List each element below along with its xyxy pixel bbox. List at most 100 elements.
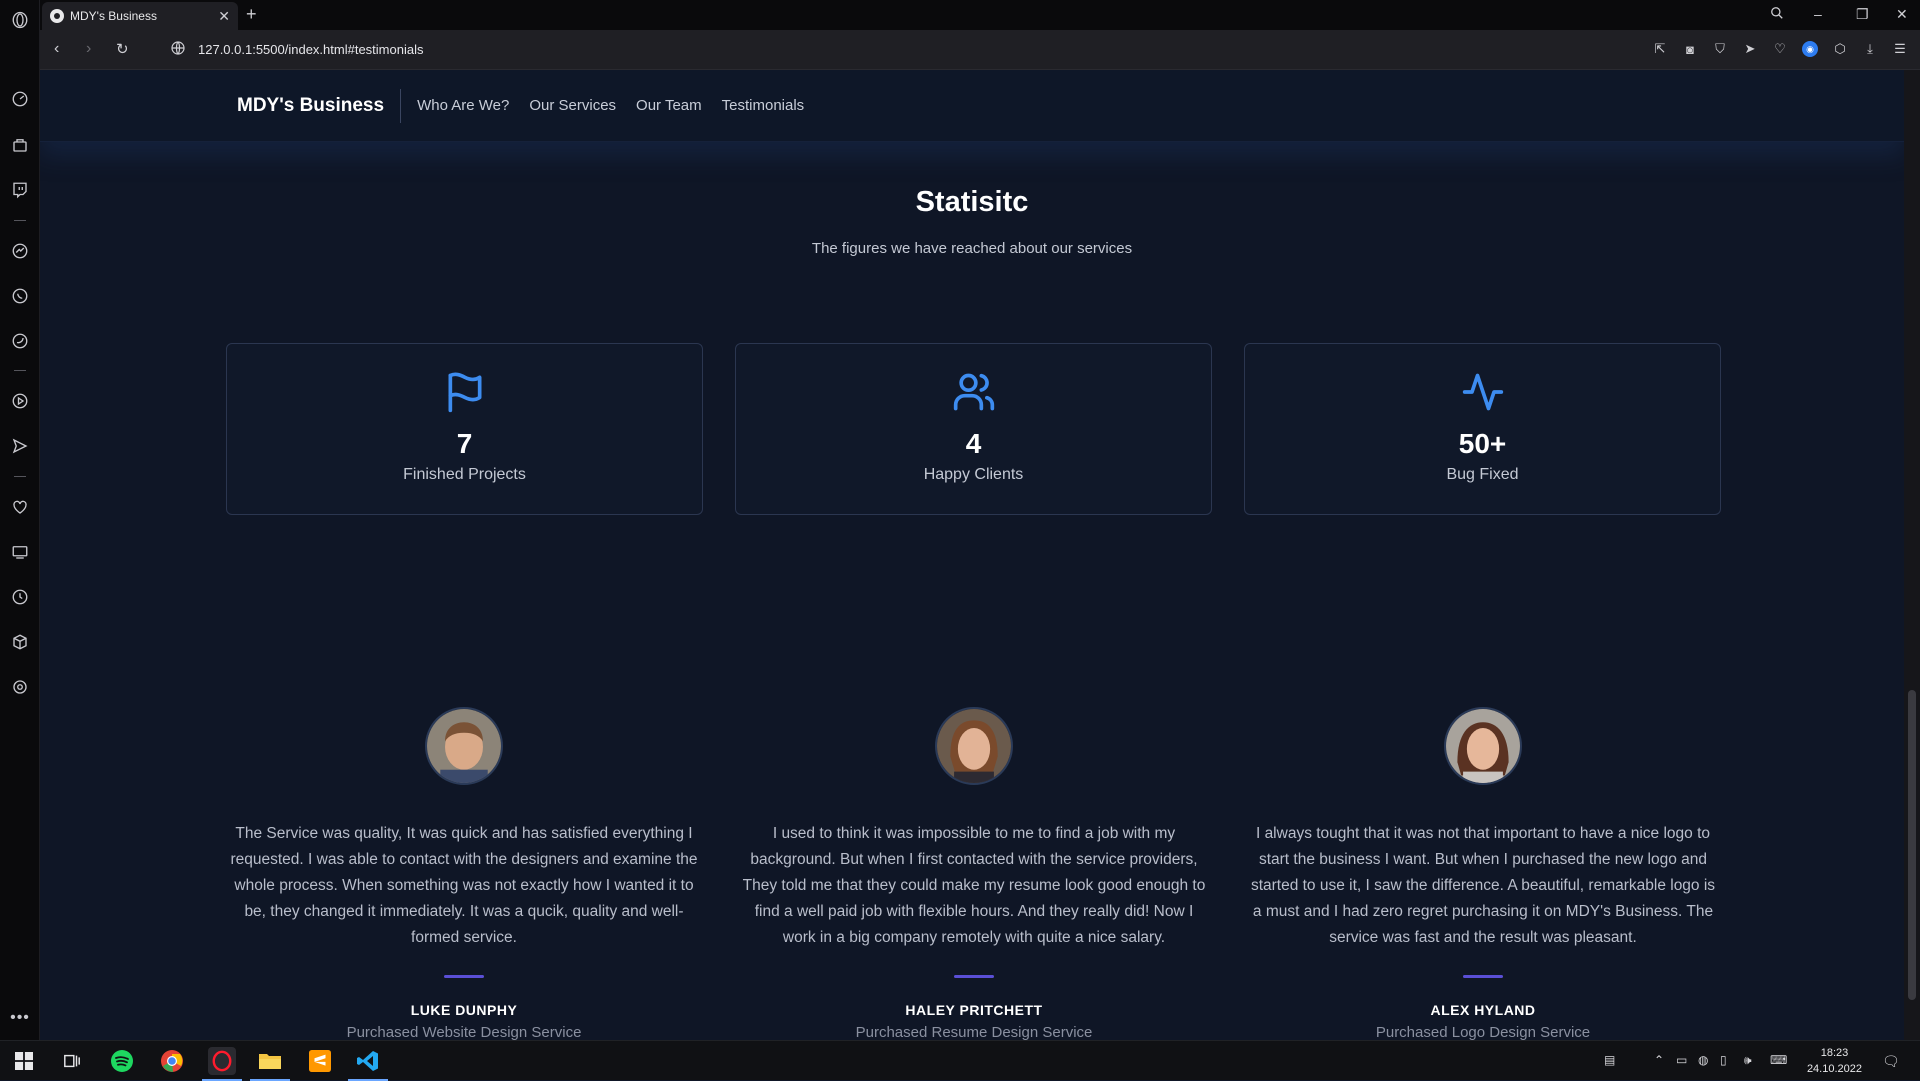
vpn-badge-icon[interactable]: ◉ [1802,41,1818,57]
more-dots-icon[interactable]: ••• [9,1007,31,1029]
download-icon[interactable]: ⤓ [1862,41,1878,57]
stats-title: Statisitc [915,186,1029,218]
stat-value: 4 [965,428,982,459]
testimonial-card: I used to think it was impossible to me … [734,707,1214,1040]
heart-icon[interactable] [9,496,31,518]
new-tab-button[interactable]: + [246,5,257,23]
testimonial-card: The Service was quality, It was quick an… [224,707,704,1040]
easy-setup-menu-icon[interactable]: ☰ [1892,41,1908,57]
stats-subtitle: The figures we have reached about our se… [811,240,1133,257]
search-tabs-icon[interactable] [1770,6,1784,23]
testimonial-name: HALEY PRITCHETT [905,1002,1043,1018]
tab-title: MDY's Business [70,9,157,23]
messenger-icon[interactable] [9,240,31,262]
bookmark-heart-icon[interactable]: ♡ [1772,41,1788,57]
nav-link-who-are-we[interactable]: Who Are We? [417,97,509,114]
speed-dial-icon[interactable] [9,88,31,110]
nav-link-our-team[interactable]: Our Team [636,97,702,114]
opera-logo-icon[interactable] [9,9,31,31]
shopping-icon[interactable] [9,134,31,156]
nav-link-testimonials[interactable]: Testimonials [722,97,805,114]
site-brand[interactable]: MDY's Business [237,88,402,123]
stat-label: Bug Fixed [1446,466,1519,483]
users-icon [952,370,996,414]
extensions-cube-icon[interactable] [9,631,31,653]
whatsapp-icon[interactable] [9,285,31,307]
clock-date: 24.10.2022 [1806,1063,1862,1075]
testimonial-quote: The Service was quality, It was quick an… [230,825,698,946]
testimonial-quote: I used to think it was impossible to me … [742,825,1206,946]
scrollbar-thumb[interactable] [1908,690,1916,1000]
forward-icon[interactable]: › [86,40,91,58]
battery-icon[interactable]: ▭ [1676,1053,1687,1067]
windows-taskbar: ▤ ⌃ ▭ ◍ ▯ 🕪 ⌨ 18:23 24.10.2022 🗨 [0,1040,1920,1081]
tab-bar: MDY's Business ✕ + – ❐ ✕ [40,0,1920,30]
testimonial-name: ALEX HYLAND [1430,1002,1536,1018]
twitch-icon[interactable] [9,179,31,201]
stat-label: Happy Clients [923,466,1024,483]
flag-icon [443,370,487,414]
toolbar-extensions: ⇱ ◙ ⛉ ➤ ♡ ◉ ⬡ ⤓ ☰ [1652,41,1908,57]
keyboard-icon[interactable]: ⌨ [1770,1053,1787,1067]
url-input[interactable]: 127.0.0.1:5500/index.html#testimonials [198,42,423,57]
opera-taskbar-icon[interactable] [202,1047,242,1081]
notifications-icon[interactable]: 🗨 [1882,1053,1900,1070]
stat-value: 7 [456,428,473,459]
site-navbar: MDY's Business Who Are We? Our Services … [40,70,1904,142]
tab-close-icon[interactable]: ✕ [218,8,230,25]
restore-icon[interactable]: ❐ [1856,6,1869,23]
testimonial-role: Purchased Website Design Service [346,1024,582,1040]
sublime-text-icon[interactable] [306,1047,334,1075]
web-page: MDY's Business Who Are We? Our Services … [40,70,1904,1040]
adblock-shield-icon[interactable]: ⛉ [1712,41,1728,57]
volume-icon[interactable]: 🕪 [1744,1053,1752,1068]
testimonial-role: Purchased Resume Design Service [855,1024,1093,1040]
chrome-icon[interactable] [158,1047,186,1075]
stat-card-clients: 4 Happy Clients [735,343,1212,515]
snapshot-camera-icon[interactable]: ◙ [1682,41,1698,57]
address-bar: ‹ › ↻ 127.0.0.1:5500/index.html#testimon… [40,30,1920,70]
testimonial-role: Purchased Logo Design Service [1375,1024,1591,1040]
testimonial-card: I always tought that it was not that imp… [1243,707,1723,1040]
share-icon[interactable]: ⇱ [1652,41,1668,57]
stat-card-bugs: 50+ Bug Fixed [1244,343,1721,515]
avatar [935,707,1013,785]
tab-favicon-icon [50,9,64,23]
minimize-icon[interactable]: – [1814,6,1822,22]
vscode-icon[interactable] [348,1047,388,1081]
testimonial-name: LUKE DUNPHY [410,1002,518,1018]
send-icon[interactable]: ➤ [1742,41,1758,57]
close-window-icon[interactable]: ✕ [1896,6,1908,23]
testimonial-quote: I always tought that it was not that imp… [1250,825,1716,946]
back-icon[interactable]: ‹ [54,40,59,58]
device-icon[interactable]: ▯ [1720,1053,1727,1067]
news-widget-icon[interactable]: ▤ [1604,1053,1615,1067]
browser-sidebar: ••• [0,0,40,1040]
divider [444,975,484,978]
tray-overflow-chevron-icon[interactable]: ⌃ [1654,1053,1664,1067]
browser-tab[interactable]: MDY's Business ✕ [42,2,238,30]
file-explorer-icon[interactable] [250,1047,290,1081]
nav-link-our-services[interactable]: Our Services [529,97,616,114]
network-globe-icon[interactable]: ◍ [1698,1053,1708,1067]
site-info-globe-icon[interactable] [170,40,186,56]
stat-value: 50+ [1458,428,1507,459]
system-clock[interactable]: 18:23 24.10.2022 [1807,1045,1862,1077]
twitter-icon[interactable] [9,330,31,352]
windows-start-icon[interactable] [10,1047,38,1075]
page-scrollbar[interactable] [1904,70,1920,1040]
flow-send-icon[interactable] [9,435,31,457]
extensions-cube-icon[interactable]: ⬡ [1832,41,1848,57]
divider [954,975,994,978]
history-icon[interactable] [9,586,31,608]
tabs-icon[interactable] [9,541,31,563]
reload-icon[interactable]: ↻ [116,40,129,58]
task-view-icon[interactable] [58,1047,86,1075]
player-icon[interactable] [9,390,31,412]
settings-gear-icon[interactable] [9,676,31,698]
spotify-icon[interactable] [108,1047,136,1075]
avatar [425,707,503,785]
clock-time: 18:23 [1820,1047,1849,1059]
stat-card-projects: 7 Finished Projects [226,343,703,515]
divider [1463,975,1503,978]
